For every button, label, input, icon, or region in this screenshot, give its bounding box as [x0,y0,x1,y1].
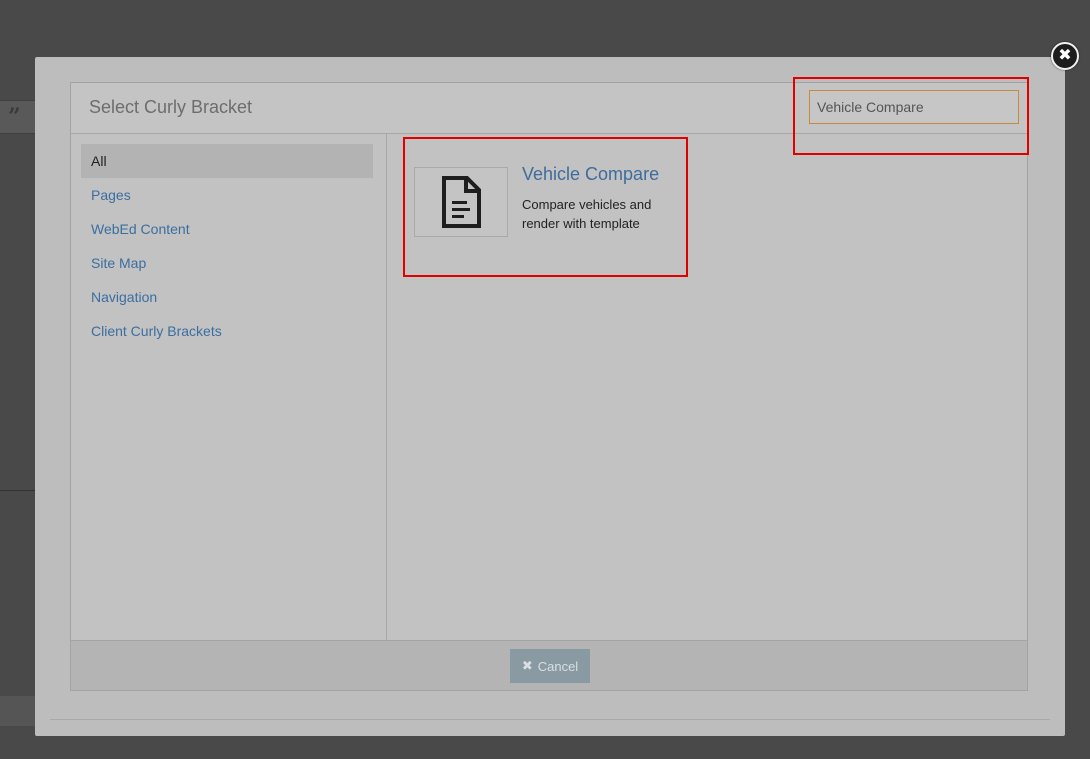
quote-icon: ” [8,104,21,130]
results-panel: Vehicle Compare Compare vehicles and ren… [387,134,1027,641]
select-curly-bracket-dialog: Select Curly Bracket All Pages WebEd Con… [70,82,1028,691]
close-modal-button[interactable]: ✖ [1051,42,1079,70]
sidebar-item-pages[interactable]: Pages [81,178,373,212]
close-icon: ✖ [521,658,533,673]
sidebar-item-site-map[interactable]: Site Map [81,246,373,280]
sidebar-item-webed-content[interactable]: WebEd Content [81,212,373,246]
result-title[interactable]: Vehicle Compare [522,164,659,185]
result-card-vehicle-compare[interactable]: Vehicle Compare Compare vehicles and ren… [414,164,684,241]
modal-bottom-divider [50,719,1050,720]
category-sidebar: All Pages WebEd Content Site Map Navigat… [71,134,387,641]
sidebar-item-all[interactable]: All [81,144,373,178]
cancel-label: Cancel [537,658,579,674]
search-input[interactable] [809,90,1019,124]
close-icon: ✖ [1058,47,1072,64]
sidebar-item-navigation[interactable]: Navigation [81,280,373,314]
result-description: Compare vehicles and render with templat… [522,197,652,231]
cancel-button[interactable]: ✖ Cancel [510,649,590,683]
dialog-header: Select Curly Bracket [71,83,1027,134]
background-divider [0,490,36,491]
background-editor-footer [0,696,36,726]
result-thumbnail [414,167,508,237]
dialog-footer: ✖ Cancel [71,640,1027,690]
document-icon [442,176,481,228]
dialog-title: Select Curly Bracket [89,97,253,117]
sidebar-item-client-curly-brackets[interactable]: Client Curly Brackets [81,314,373,348]
